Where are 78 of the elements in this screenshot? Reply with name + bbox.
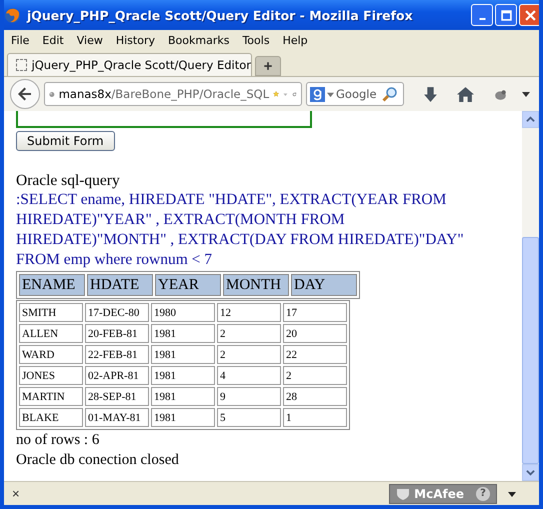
window-title: jQuery_PHP_Qracle Scott/Query Editor - Mozilla Firefox [27,8,414,22]
table-cell: 20 [283,324,347,343]
maximize-button[interactable] [495,4,517,26]
table-cell: 1981 [151,387,215,406]
mcafee-badge[interactable]: McAfee ? [389,484,497,504]
column-header: HDATE [87,274,153,296]
table-cell: 28-SEP-81 [85,387,149,406]
menu-item[interactable]: Help [278,34,316,46]
status-message: Oracle db conection closed [16,451,180,470]
table-cell: 22 [283,345,347,364]
search-icon[interactable] [382,86,398,102]
menu-item[interactable]: Tools [237,34,278,46]
maximize-icon [500,10,512,20]
table-cell: 1981 [151,408,215,427]
table-cell: 12 [217,303,281,322]
table-cell: 01-MAY-81 [85,408,149,427]
column-header: DAY [291,274,357,296]
table-cell: 2 [217,345,281,364]
back-button[interactable] [10,79,40,109]
dropdown-arrow-icon[interactable] [521,89,531,99]
browser-tab[interactable]: jQuery_PHP_Qracle Scott/Query Editor [7,53,252,76]
download-icon[interactable] [422,86,439,102]
submit-button[interactable]: Submit Form [16,131,115,151]
menu-item[interactable]: Bookmarks [162,34,238,46]
table-cell: JONES [19,366,83,385]
table-cell: 1981 [151,345,215,364]
table-cell: 9 [217,387,281,406]
home-icon[interactable] [457,86,474,102]
firefox-logo-icon [4,6,21,24]
table-cell: SMITH [19,303,83,322]
table-cell: 2 [283,366,347,385]
scroll-up-icon[interactable] [526,115,535,124]
menu-item[interactable]: File [6,34,38,46]
minimize-icon [478,18,486,20]
table-cell: 1 [283,408,347,427]
table-cell: 28 [283,387,347,406]
scrollbar-thumb[interactable] [522,237,539,464]
column-header: MONTH [223,274,289,296]
table-cell: ALLEN [19,324,83,343]
column-header: ENAME [19,274,85,296]
menu-item[interactable]: History [110,34,163,46]
query-text-area[interactable] [16,111,312,128]
table-cell: 4 [217,366,281,385]
table-cell: 1980 [151,303,215,322]
help-icon[interactable]: ? [476,486,490,500]
close-button[interactable] [519,4,539,26]
search-engine-logo-icon[interactable] [310,86,325,102]
shield-icon [396,486,410,500]
address-bar[interactable]: manas8x/BareBone_PHP/Oracle_SQL [44,82,302,106]
table-cell: 17 [283,303,347,322]
table-cell: MARTIN [19,387,83,406]
section-heading: Oracle sql-query [16,171,121,190]
scroll-down-icon[interactable] [526,468,535,477]
table-cell: 20-FEB-81 [85,324,149,343]
table-cell: 22-FEB-81 [85,345,149,364]
row-count-text: no of rows : 6 [16,431,100,450]
search-bar[interactable]: Google [306,82,404,106]
menu-item[interactable]: View [72,34,111,46]
minimize-button[interactable] [471,4,493,26]
close-icon [524,10,536,20]
table-cell: 2 [217,324,281,343]
vertical-scrollbar[interactable] [522,111,539,481]
new-tab-button[interactable]: + [255,56,281,76]
table-cell: 02-APR-81 [85,366,149,385]
url-text: manas8x/BareBone_PHP/Oracle_SQL [58,87,270,101]
back-arrow-icon [17,86,33,102]
table-cell: BLAKE [19,408,83,427]
table-cell: 5 [217,408,281,427]
column-header: YEAR [155,274,221,296]
sql-query-text: :SELECT ename, HIREDATE "HDATE", EXTRACT(YEAR FROM HIREDATE)"YEAR" , EXTRACT(MONTH FROM HIREDATE)"MONTH" , EXTRACT(DAY FROM HIREDATE)"DAY" FROM emp where rownum < 7 [16,190,465,270]
table-cell: 1981 [151,324,215,343]
table-cell: 1981 [151,366,215,385]
addon-name: McAfee [414,486,464,500]
table-cell: 17-DEC-80 [85,303,149,322]
close-bar-button[interactable]: × [8,486,24,501]
table-cell: WARD [19,345,83,364]
page-icon [16,59,27,71]
menu-item[interactable]: Edit [37,34,72,46]
